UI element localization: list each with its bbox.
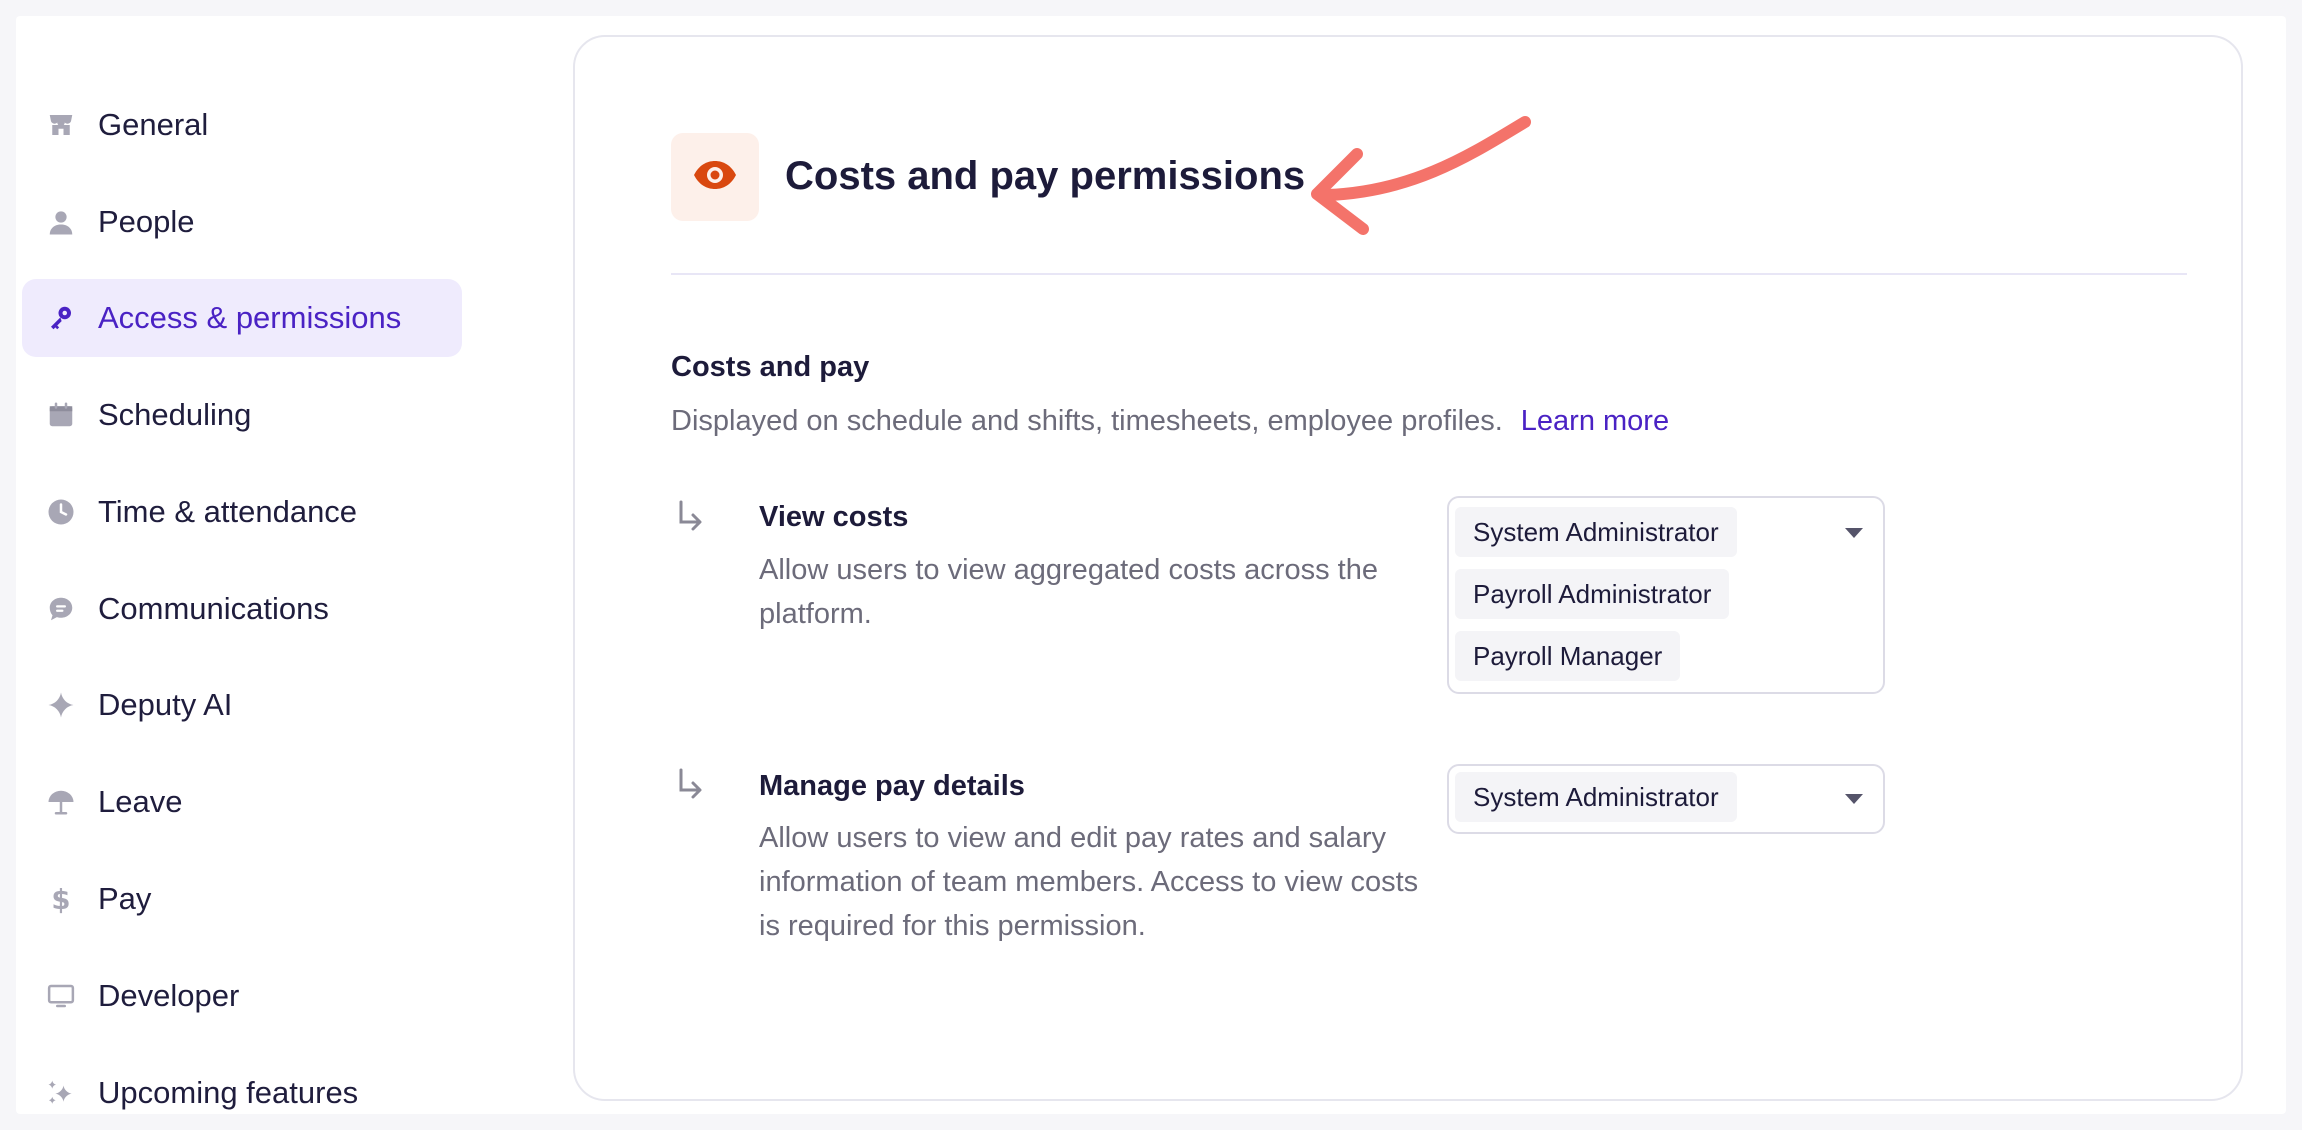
sidebar-item-access-permissions[interactable]: Access & permissions — [22, 279, 462, 357]
settings-window: General People Access & permissions Sche… — [16, 16, 2286, 1114]
permission-title: View costs — [759, 501, 909, 533]
subitem-arrow-icon — [679, 768, 702, 799]
role-chip[interactable]: Payroll Manager — [1455, 631, 1681, 681]
sidebar-item-time-attendance[interactable]: Time & attendance — [22, 473, 462, 551]
sparkle-icon — [46, 690, 76, 720]
sidebar-item-label: Developer — [98, 978, 240, 1013]
settings-sidebar: General People Access & permissions Sche… — [16, 16, 496, 1114]
store-icon — [46, 110, 76, 140]
key-icon — [46, 303, 76, 333]
subitem-arrow-icon — [679, 500, 702, 531]
page-title: Costs and pay permissions — [785, 154, 1306, 198]
header-divider — [671, 273, 2187, 275]
sidebar-item-upcoming-features[interactable]: Upcoming features — [22, 1054, 462, 1114]
sidebar-item-label: Leave — [98, 784, 183, 819]
sidebar-item-label: Access & permissions — [98, 300, 402, 335]
annotation-arrow-icon — [1311, 116, 1531, 235]
calendar-icon — [46, 400, 76, 430]
role-chip[interactable]: System Administrator — [1455, 507, 1737, 557]
role-chip[interactable]: System Administrator — [1455, 772, 1737, 822]
section-title: Costs and pay — [671, 351, 870, 383]
monitor-icon — [46, 981, 76, 1011]
sidebar-item-pay[interactable]: $ Pay — [22, 860, 462, 938]
sidebar-item-developer[interactable]: Developer — [22, 957, 462, 1035]
sidebar-item-label: Scheduling — [98, 397, 252, 432]
section-description: Displayed on schedule and shifts, timesh… — [671, 405, 1669, 438]
role-multiselect[interactable]: System Administrator — [1447, 764, 1885, 834]
sidebar-item-label: General — [98, 107, 209, 142]
learn-more-link[interactable]: Learn more — [1521, 405, 1669, 437]
sidebar-item-leave[interactable]: Leave — [22, 763, 462, 841]
sidebar-item-label: Deputy AI — [98, 687, 233, 722]
permissions-card: Costs and pay permissions Costs and pay … — [573, 35, 2243, 1101]
dollar-icon: $ — [46, 884, 76, 914]
sidebar-item-people[interactable]: People — [22, 183, 462, 261]
eye-icon — [692, 159, 738, 196]
sidebar-item-communications[interactable]: Communications — [22, 570, 462, 648]
sidebar-item-deputy-ai[interactable]: Deputy AI — [22, 666, 462, 744]
permission-description: Allow users to view aggregated costs acr… — [759, 554, 1378, 630]
role-chip[interactable]: Payroll Administrator — [1455, 569, 1730, 619]
chat-bubble-icon — [46, 594, 76, 624]
person-icon — [46, 207, 76, 237]
section-description-text: Displayed on schedule and shifts, timesh… — [671, 405, 1503, 437]
stars-icon — [46, 1078, 76, 1108]
sidebar-item-label: Upcoming features — [98, 1075, 359, 1110]
svg-text:$: $ — [51, 884, 70, 914]
header-icon-container — [671, 133, 759, 221]
clock-icon — [46, 497, 76, 527]
sidebar-item-label: Pay — [98, 881, 152, 916]
sidebar-item-scheduling[interactable]: Scheduling — [22, 376, 462, 454]
role-multiselect[interactable]: System Administrator Payroll Administrat… — [1447, 496, 1885, 694]
sidebar-item-label: People — [98, 204, 195, 239]
umbrella-icon — [46, 787, 76, 817]
sidebar-item-label: Communications — [98, 591, 329, 626]
permission-title: Manage pay details — [759, 770, 1025, 802]
sidebar-item-general[interactable]: General — [22, 86, 462, 164]
caret-down-icon[interactable] — [1843, 526, 1865, 540]
sidebar-item-label: Time & attendance — [98, 494, 358, 529]
caret-down-icon[interactable] — [1843, 792, 1865, 806]
permission-description: Allow users to view and edit pay rates a… — [759, 822, 1419, 942]
